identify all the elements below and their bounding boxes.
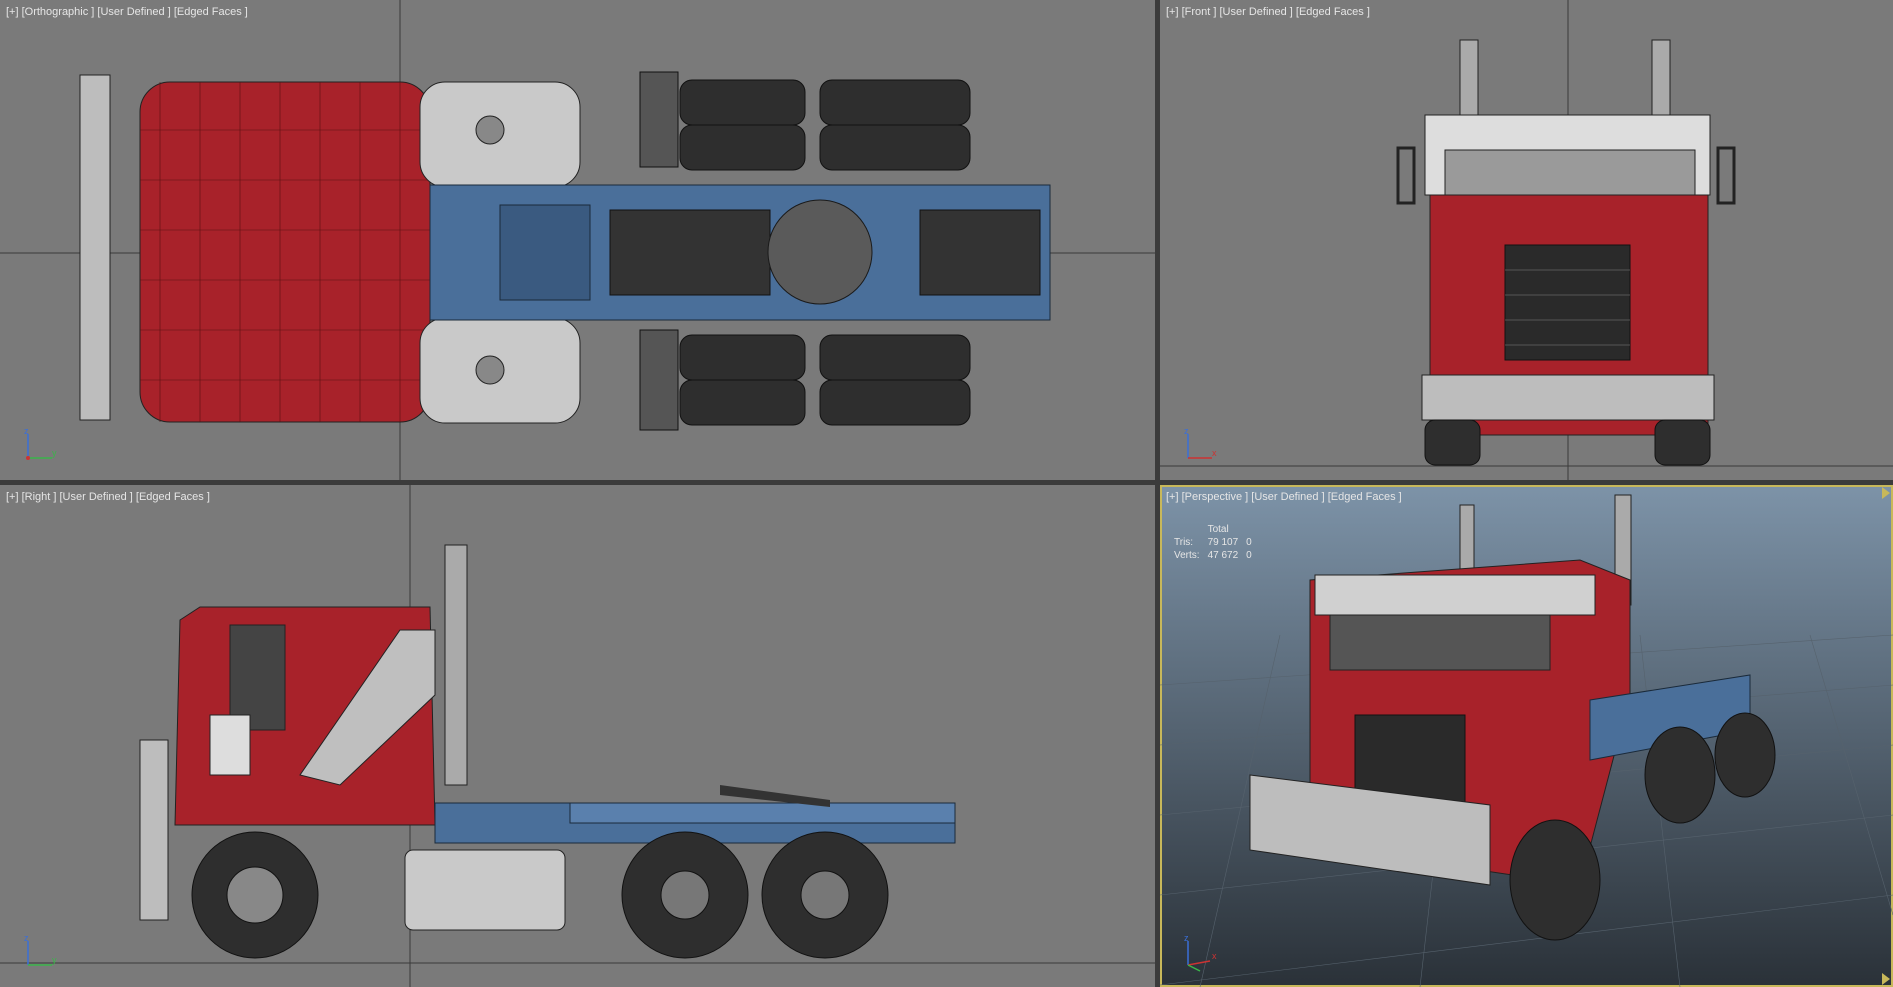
truck-top-view xyxy=(0,0,1155,480)
axis-label-b: x xyxy=(1212,448,1217,458)
truck-perspective-view xyxy=(1160,494,1893,987)
stats-verts-label: Verts: xyxy=(1174,550,1200,561)
polygon-stats: Total Tris: 79 107 0 Verts: 47 672 0 xyxy=(1174,523,1260,562)
axis-label-b: y xyxy=(52,955,57,965)
stats-header: Total xyxy=(1207,524,1229,535)
axis-label-a: z xyxy=(1184,426,1189,436)
axis-gizmo-front: z x xyxy=(1180,426,1220,466)
axis-gizmo-perspective: z x xyxy=(1180,933,1220,973)
viewport-perspective[interactable]: [+] [Perspective ] [User Defined ] [Edge… xyxy=(1160,485,1893,987)
viewport-edge-strip xyxy=(1881,485,1891,987)
stats-tris-label: Tris: xyxy=(1174,537,1194,548)
viewport-right[interactable]: [+] [Right ] [User Defined ] [Edged Face… xyxy=(0,485,1155,987)
axis-gizmo-right: z y xyxy=(20,933,60,973)
axis-gizmo-top: z y xyxy=(20,426,60,466)
stats-verts-selected: 0 xyxy=(1246,550,1252,561)
viewport-label-right[interactable]: [+] [Right ] [User Defined ] [Edged Face… xyxy=(6,491,210,503)
axis-label-a: z xyxy=(24,426,29,436)
viewport-top[interactable]: [+] [Orthographic ] [User Defined ] [Edg… xyxy=(0,0,1155,480)
truck-front-view xyxy=(1160,0,1893,480)
viewport-label-perspective[interactable]: [+] [Perspective ] [User Defined ] [Edge… xyxy=(1166,491,1402,503)
axis-label-a: z xyxy=(24,933,29,943)
stats-tris-total: 79 107 xyxy=(1207,537,1239,548)
stats-tris-selected: 0 xyxy=(1246,537,1252,548)
viewport-label-front[interactable]: [+] [Front ] [User Defined ] [Edged Face… xyxy=(1166,6,1370,18)
viewport-front[interactable]: [+] [Front ] [User Defined ] [Edged Face… xyxy=(1160,0,1893,480)
viewport-grid: [+] [Orthographic ] [User Defined ] [Edg… xyxy=(0,0,1893,987)
axis-label-b: y xyxy=(52,448,57,458)
stats-verts-total: 47 672 xyxy=(1207,550,1239,561)
axis-label-a: z xyxy=(1184,933,1189,943)
viewport-label-top[interactable]: [+] [Orthographic ] [User Defined ] [Edg… xyxy=(6,6,248,18)
truck-side-view xyxy=(0,485,1155,987)
axis-label-b: x xyxy=(1212,951,1217,961)
